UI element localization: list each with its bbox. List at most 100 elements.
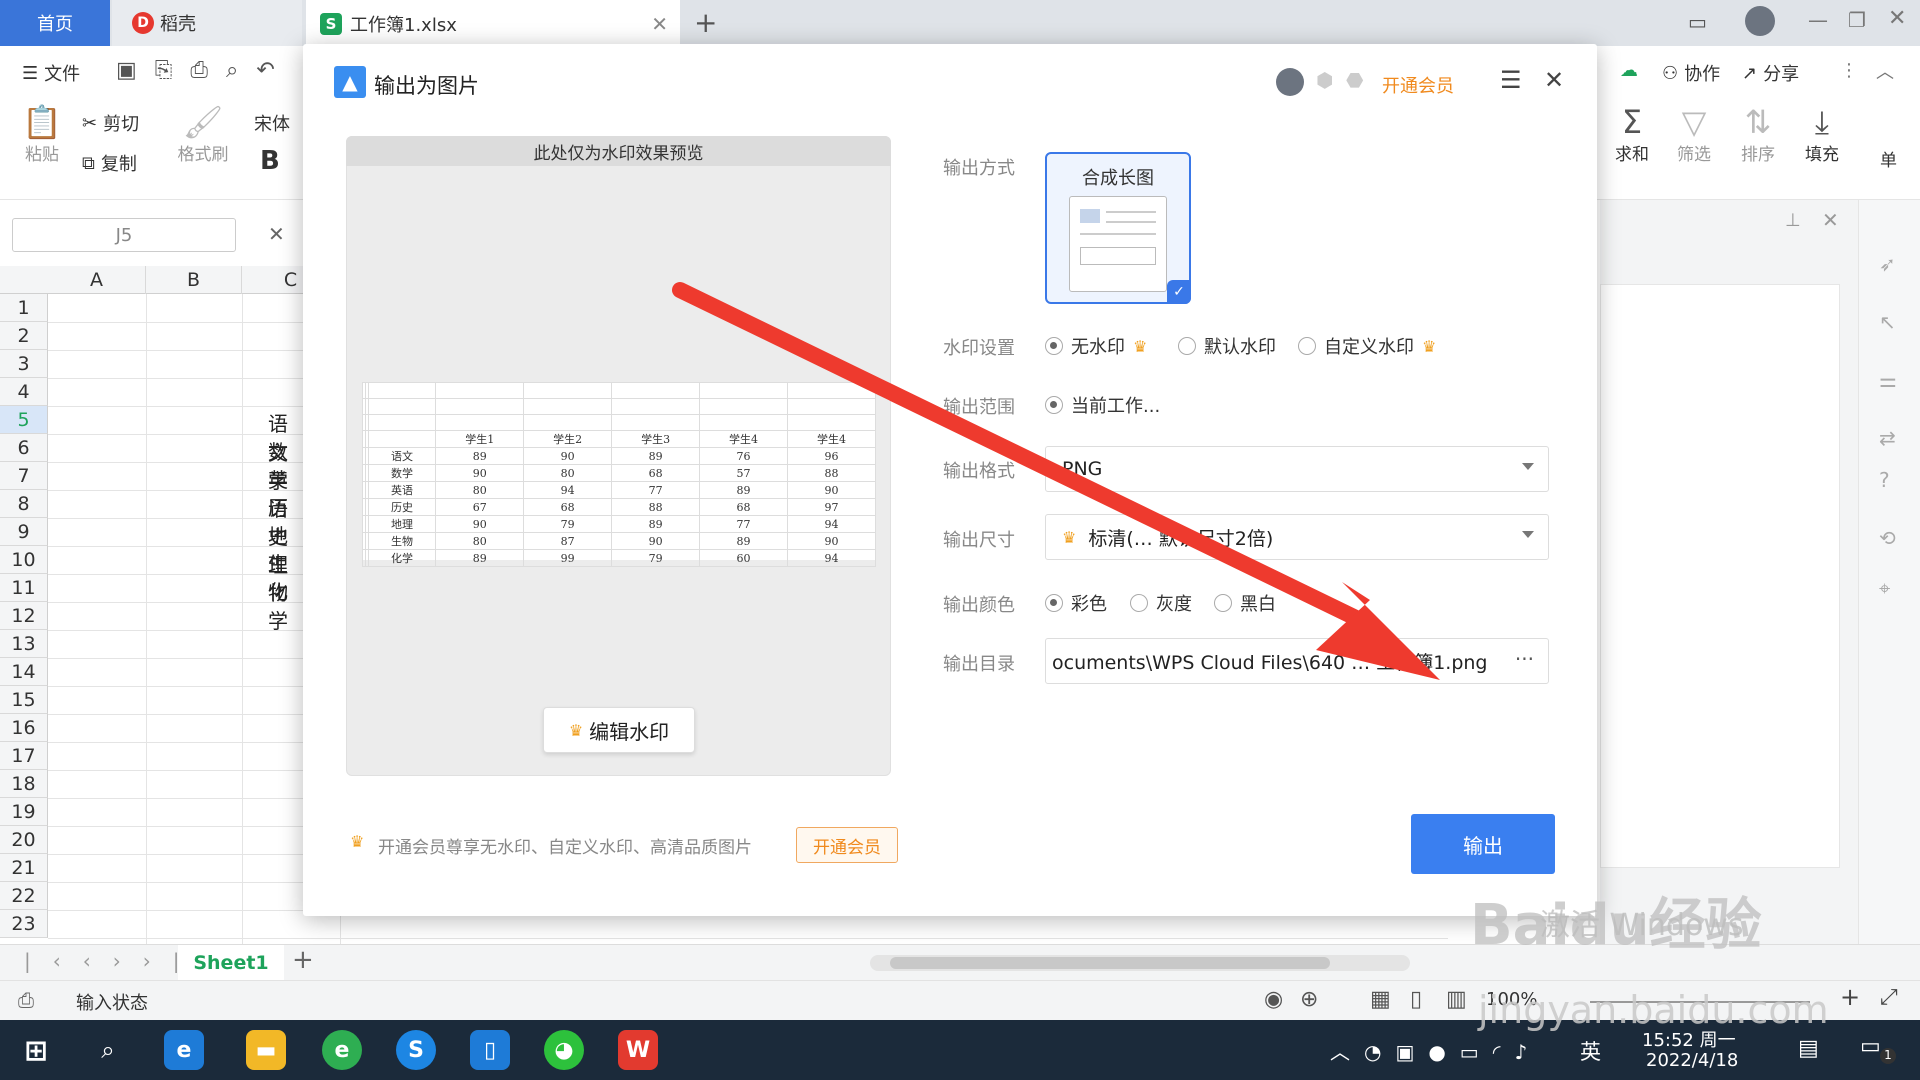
sum-button[interactable]: Σ 求和 bbox=[1610, 104, 1654, 165]
horizontal-scrollbar[interactable] bbox=[870, 955, 1410, 971]
font-select[interactable]: 宋体 bbox=[254, 110, 290, 136]
share-button[interactable]: ↗ 分享 bbox=[1742, 60, 1799, 86]
row-header[interactable]: 11 bbox=[0, 574, 48, 602]
tab-workbook[interactable]: S 工作簿1.xlsx ✕ bbox=[306, 0, 680, 46]
windows-start-icon[interactable]: ⊞ bbox=[16, 1030, 56, 1070]
row-header[interactable]: 15 bbox=[0, 686, 48, 714]
row-header[interactable]: 21 bbox=[0, 854, 48, 882]
notes-icon[interactable]: ▤ bbox=[1798, 1036, 1819, 1061]
fullscreen-icon[interactable]: ⤢ bbox=[1880, 985, 1898, 1010]
color-radio[interactable]: 彩色 bbox=[1045, 590, 1107, 616]
pin-icon[interactable]: ⊥ bbox=[1785, 210, 1801, 231]
vip-link[interactable]: 开通会员 bbox=[1382, 72, 1454, 98]
file-explorer-icon[interactable]: ▬ bbox=[246, 1030, 286, 1070]
name-box[interactable]: J5 bbox=[12, 218, 236, 252]
close-window-icon[interactable]: ✕ bbox=[1888, 6, 1906, 31]
sort-button[interactable]: ⇅ 排序 bbox=[1736, 104, 1780, 165]
format-painter-button[interactable]: 🖌 格式刷 bbox=[172, 104, 234, 165]
close-pane-icon[interactable]: ✕ bbox=[1822, 208, 1839, 232]
grayscale-radio[interactable]: 灰度 bbox=[1130, 590, 1192, 616]
scroll-thumb[interactable] bbox=[890, 957, 1330, 969]
360-browser-icon[interactable]: e bbox=[322, 1030, 362, 1070]
sheet-nav-icons[interactable]: |‹‹››| bbox=[24, 949, 201, 973]
collapse-ribbon-icon[interactable]: ︿ bbox=[1876, 58, 1894, 84]
fill-button[interactable]: ⤓ 填充 bbox=[1800, 104, 1844, 165]
ime-indicator[interactable]: 英 bbox=[1580, 1036, 1601, 1066]
row-header[interactable]: 5 bbox=[0, 406, 48, 434]
browse-button[interactable]: ··· bbox=[1515, 647, 1534, 671]
filter-button[interactable]: ▽ 筛选 bbox=[1672, 104, 1716, 165]
row-header[interactable]: 22 bbox=[0, 882, 48, 910]
row-header[interactable]: 9 bbox=[0, 518, 48, 546]
clock-date[interactable]: 2022/4/18 bbox=[1646, 1050, 1738, 1071]
no-watermark-radio[interactable]: 无水印 ♛ bbox=[1045, 333, 1147, 359]
preview-icon[interactable]: ⌕ bbox=[226, 58, 238, 83]
single-button[interactable]: 单 bbox=[1880, 146, 1897, 171]
more-icon[interactable]: ⋮ bbox=[1840, 60, 1858, 81]
cloud-sync-icon[interactable]: ☁ bbox=[1620, 60, 1638, 81]
search-icon[interactable]: ⌕ bbox=[88, 1030, 128, 1070]
format-select[interactable]: PNG bbox=[1045, 446, 1549, 492]
collab-button[interactable]: ⚇ 协作 bbox=[1662, 60, 1720, 86]
row-header[interactable]: 4 bbox=[0, 378, 48, 406]
tab-home[interactable]: 首页 bbox=[0, 0, 110, 46]
row-header[interactable]: 14 bbox=[0, 658, 48, 686]
backup-icon[interactable]: ⟲ bbox=[1879, 526, 1896, 550]
output-directory-field[interactable]: ocuments\WPS Cloud Files\640 … 工作簿1.png ·… bbox=[1045, 638, 1549, 684]
phone-app-icon[interactable]: ▯ bbox=[470, 1030, 510, 1070]
add-sheet-icon[interactable]: + bbox=[292, 945, 314, 975]
row-header[interactable]: 6 bbox=[0, 434, 48, 462]
transfer-icon[interactable]: ⇄ bbox=[1879, 426, 1896, 450]
cancel-formula-icon[interactable]: ✕ bbox=[268, 222, 285, 246]
long-image-mode-card[interactable]: 合成长图 ✓ bbox=[1045, 152, 1191, 304]
eye-protect-icon[interactable]: ◉ bbox=[1264, 987, 1283, 1012]
minimize-icon[interactable]: — bbox=[1808, 8, 1828, 32]
help-icon[interactable]: ? bbox=[1879, 468, 1890, 492]
row-header[interactable]: 18 bbox=[0, 770, 48, 798]
page-view-icon[interactable]: ▯ bbox=[1410, 987, 1422, 1012]
location-icon[interactable]: ⌖ bbox=[1879, 576, 1890, 600]
cell-subject[interactable]: 化学 bbox=[268, 576, 288, 634]
row-header[interactable]: 17 bbox=[0, 742, 48, 770]
ie-browser-icon[interactable]: e bbox=[164, 1030, 204, 1070]
column-header[interactable]: B bbox=[146, 266, 242, 294]
copy-button[interactable]: ⧉ 复制 bbox=[82, 150, 137, 176]
page-break-icon[interactable]: ▥ bbox=[1446, 987, 1467, 1012]
bw-radio[interactable]: 黑白 bbox=[1214, 590, 1276, 616]
file-menu-button[interactable]: ☰ 文件 bbox=[22, 60, 80, 86]
tab-daoke[interactable]: D 稻壳 bbox=[112, 0, 302, 46]
open-vip-button[interactable]: 开通会员 bbox=[796, 827, 898, 863]
avatar[interactable] bbox=[1745, 6, 1775, 36]
row-header[interactable]: 23 bbox=[0, 910, 48, 938]
user-avatar[interactable] bbox=[1276, 68, 1304, 96]
paste-button[interactable]: 📋 粘贴 bbox=[18, 104, 66, 165]
window-layout-icon[interactable]: ▭ bbox=[1688, 10, 1707, 34]
zoom-in-icon[interactable]: + bbox=[1840, 983, 1860, 1011]
cut-button[interactable]: ✂ 剪切 bbox=[82, 110, 139, 136]
normal-view-icon[interactable]: ▦ bbox=[1370, 987, 1391, 1012]
row-header[interactable]: 13 bbox=[0, 630, 48, 658]
wps-icon[interactable]: W bbox=[618, 1030, 658, 1070]
size-select[interactable]: ♛ 标清(… 默认尺寸2倍) bbox=[1045, 514, 1549, 560]
dialog-close-icon[interactable]: ✕ bbox=[1544, 66, 1564, 94]
row-header[interactable]: 16 bbox=[0, 714, 48, 742]
notification-icon[interactable]: ▭ bbox=[1860, 1034, 1881, 1059]
row-header[interactable]: 7 bbox=[0, 462, 48, 490]
current-sheet-radio[interactable]: 当前工作... bbox=[1045, 392, 1160, 418]
tray-icons[interactable]: ︿◔▣●▭◜♪ bbox=[1330, 1036, 1541, 1065]
bold-button[interactable]: B bbox=[260, 146, 280, 176]
restore-icon[interactable]: ❐ bbox=[1848, 8, 1866, 32]
row-header[interactable]: 8 bbox=[0, 490, 48, 518]
wechat-icon[interactable]: ◕ bbox=[544, 1030, 584, 1070]
default-watermark-radio[interactable]: 默认水印 bbox=[1178, 333, 1276, 359]
new-tab-icon[interactable]: + bbox=[694, 6, 717, 39]
close-tab-icon[interactable]: ✕ bbox=[651, 12, 668, 36]
rocket-icon[interactable]: ➶ bbox=[1879, 252, 1896, 276]
cursor-icon[interactable]: ↖ bbox=[1879, 310, 1896, 334]
column-header[interactable]: A bbox=[48, 266, 146, 294]
export-icon[interactable]: ⎘ bbox=[155, 58, 173, 83]
print-icon[interactable]: ⎙ bbox=[190, 58, 208, 83]
row-header[interactable]: 10 bbox=[0, 546, 48, 574]
sheet-tab[interactable]: Sheet1 bbox=[178, 945, 284, 980]
row-header[interactable]: 20 bbox=[0, 826, 48, 854]
